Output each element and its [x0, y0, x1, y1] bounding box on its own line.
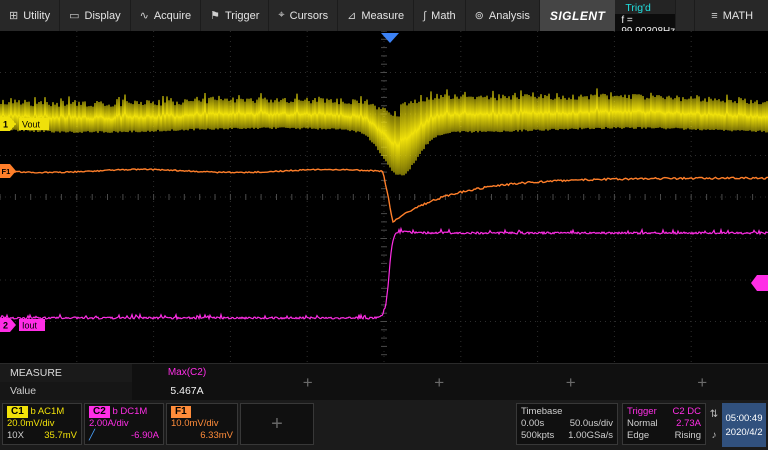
c2-coupling: b DC1M: [112, 406, 147, 417]
measure-panel: MEASURE Value Max(C2) 5.467A + + + +: [0, 363, 768, 401]
menu-bar: ⊞ Utility ▭ Display ∿ Acquire ⚑ Trigger …: [0, 0, 768, 31]
menu-item-display[interactable]: ▭ Display: [60, 0, 130, 31]
menu-item-acquire[interactable]: ∿ Acquire: [131, 0, 202, 31]
c2-offset: -6.90A: [131, 430, 159, 442]
status-bar: C1 b AC1M 20.0mV/div 10X 35.7mV C2 b DC1…: [0, 400, 768, 450]
acquire-icon: ∿: [140, 9, 149, 22]
oscilloscope-screen: ⊞ Utility ▭ Display ∿ Acquire ⚑ Trigger …: [0, 0, 768, 450]
measure-title: MEASURE: [0, 364, 132, 382]
status-icons: ⇅ ♪: [706, 404, 722, 446]
menu-item-label: Display: [85, 10, 121, 22]
analysis-icon: ⊚: [475, 9, 484, 22]
c1-scale: 20.0mV/div: [7, 418, 55, 430]
add-measurement-button[interactable]: +: [303, 373, 313, 393]
menu-item-label: Utility: [23, 10, 50, 22]
timebase-delay: 0.00s: [521, 418, 544, 430]
menu-item-label: Measure: [361, 10, 404, 22]
usb-icon: ⇅: [710, 409, 718, 420]
c2-marker-number: 2: [3, 321, 8, 331]
channel-c2-descriptor[interactable]: C2 b DC1M 2.00A/div ╱ -6.90A: [84, 403, 164, 445]
menu-item-label: Math: [431, 10, 455, 22]
c1-probe: 10X: [7, 430, 24, 442]
trigger-slope: Rising: [675, 430, 701, 442]
measure-stat-name[interactable]: Max(C2): [132, 364, 242, 382]
channel-c1-descriptor[interactable]: C1 b AC1M 20.0mV/div 10X 35.7mV: [2, 403, 82, 445]
trigger-status-block: Trig'd f = 99.90308Hz: [615, 0, 676, 31]
menu-item-label: Trigger: [225, 10, 259, 22]
math-menu-button[interactable]: ≡ MATH: [694, 0, 768, 31]
c1-coupling: b AC1M: [30, 406, 64, 417]
channel-f1-descriptor[interactable]: F1 10.0mV/div 6.33mV: [166, 403, 238, 445]
add-channel-tile[interactable]: +: [240, 403, 314, 445]
menu-item-cursors[interactable]: ⌖ Cursors: [269, 0, 338, 31]
speaker-icon: ♪: [712, 430, 717, 441]
menu-item-utility[interactable]: ⊞ Utility: [0, 0, 60, 31]
f1-chip: F1: [171, 406, 191, 418]
add-measurement-button[interactable]: +: [434, 373, 444, 393]
c2-label-text: Iout: [22, 321, 38, 331]
trigger-level-marker[interactable]: [751, 275, 768, 291]
add-measurement-button[interactable]: +: [697, 373, 707, 393]
trigger-type: Edge: [627, 430, 649, 442]
waveform-area[interactable]: 1 Vout F1 2 Iout: [0, 31, 768, 363]
cursors-icon: ⌖: [278, 9, 284, 22]
f1-scale: 10.0mV/div: [171, 418, 219, 430]
c2-trace: [0, 229, 768, 319]
timebase-depth: 500kpts: [521, 430, 554, 442]
c2-scale: 2.00A/div: [89, 418, 129, 430]
trigger-mode: Normal: [627, 418, 658, 430]
datetime-display: 05:00:49 2020/4/2: [722, 403, 766, 447]
f1-offset: 6.33mV: [200, 430, 233, 442]
measure-empty-slots: + + + +: [242, 364, 768, 401]
trigger-descriptor[interactable]: Trigger C2 DC Normal 2.73A Edge Rising: [622, 403, 706, 445]
menu-spacer: [676, 0, 694, 31]
measure-icon: ⊿: [347, 9, 356, 22]
c2-slope-icon: ╱: [89, 430, 95, 442]
clock-time: 05:00:49: [726, 413, 763, 424]
trigger-status: Trig'd: [615, 0, 675, 14]
timebase-scale: 50.0us/div: [570, 418, 613, 430]
trigger-title: Trigger: [627, 406, 657, 418]
display-icon: ▭: [69, 9, 79, 22]
utility-icon: ⊞: [9, 9, 18, 22]
c1-offset: 35.7mV: [44, 430, 77, 442]
menu-item-label: Analysis: [489, 10, 530, 22]
menu-item-analysis[interactable]: ⊚ Analysis: [466, 0, 540, 31]
trigger-source: C2 DC: [672, 406, 701, 418]
menu-item-label: Acquire: [154, 10, 191, 22]
measure-row-label: Value: [0, 382, 132, 401]
c1-marker-number: 1: [3, 120, 8, 130]
add-channel-icon: +: [271, 418, 283, 430]
menu-item-math[interactable]: ∫ Math: [414, 0, 465, 31]
f1-marker-number: F1: [2, 167, 11, 176]
siglent-logo: SIGLENT: [540, 0, 616, 31]
measure-stat-value: 5.467A: [132, 382, 242, 401]
menu-item-label: Cursors: [290, 10, 329, 22]
timebase-descriptor[interactable]: Timebase 0.00s 50.0us/div 500kpts 1.00GS…: [516, 403, 618, 445]
math-menu-label: MATH: [723, 10, 753, 22]
timebase-title: Timebase: [521, 406, 562, 418]
clock-date: 2020/4/2: [726, 427, 763, 438]
add-measurement-button[interactable]: +: [566, 373, 576, 393]
menu-item-trigger[interactable]: ⚑ Trigger: [201, 0, 269, 31]
c1-label-text: Vout: [22, 120, 41, 130]
trigger-flag-icon: ⚑: [210, 9, 220, 22]
timebase-samplerate: 1.00GSa/s: [568, 430, 613, 442]
menu-list-icon: ≡: [711, 10, 717, 22]
trigger-level: 2.73A: [676, 418, 701, 430]
menu-item-measure[interactable]: ⊿ Measure: [338, 0, 414, 31]
math-icon: ∫: [423, 10, 426, 22]
c2-chip: C2: [89, 406, 110, 418]
c1-chip: C1: [7, 406, 28, 418]
waveform-svg: 1 Vout F1 2 Iout: [0, 31, 768, 363]
